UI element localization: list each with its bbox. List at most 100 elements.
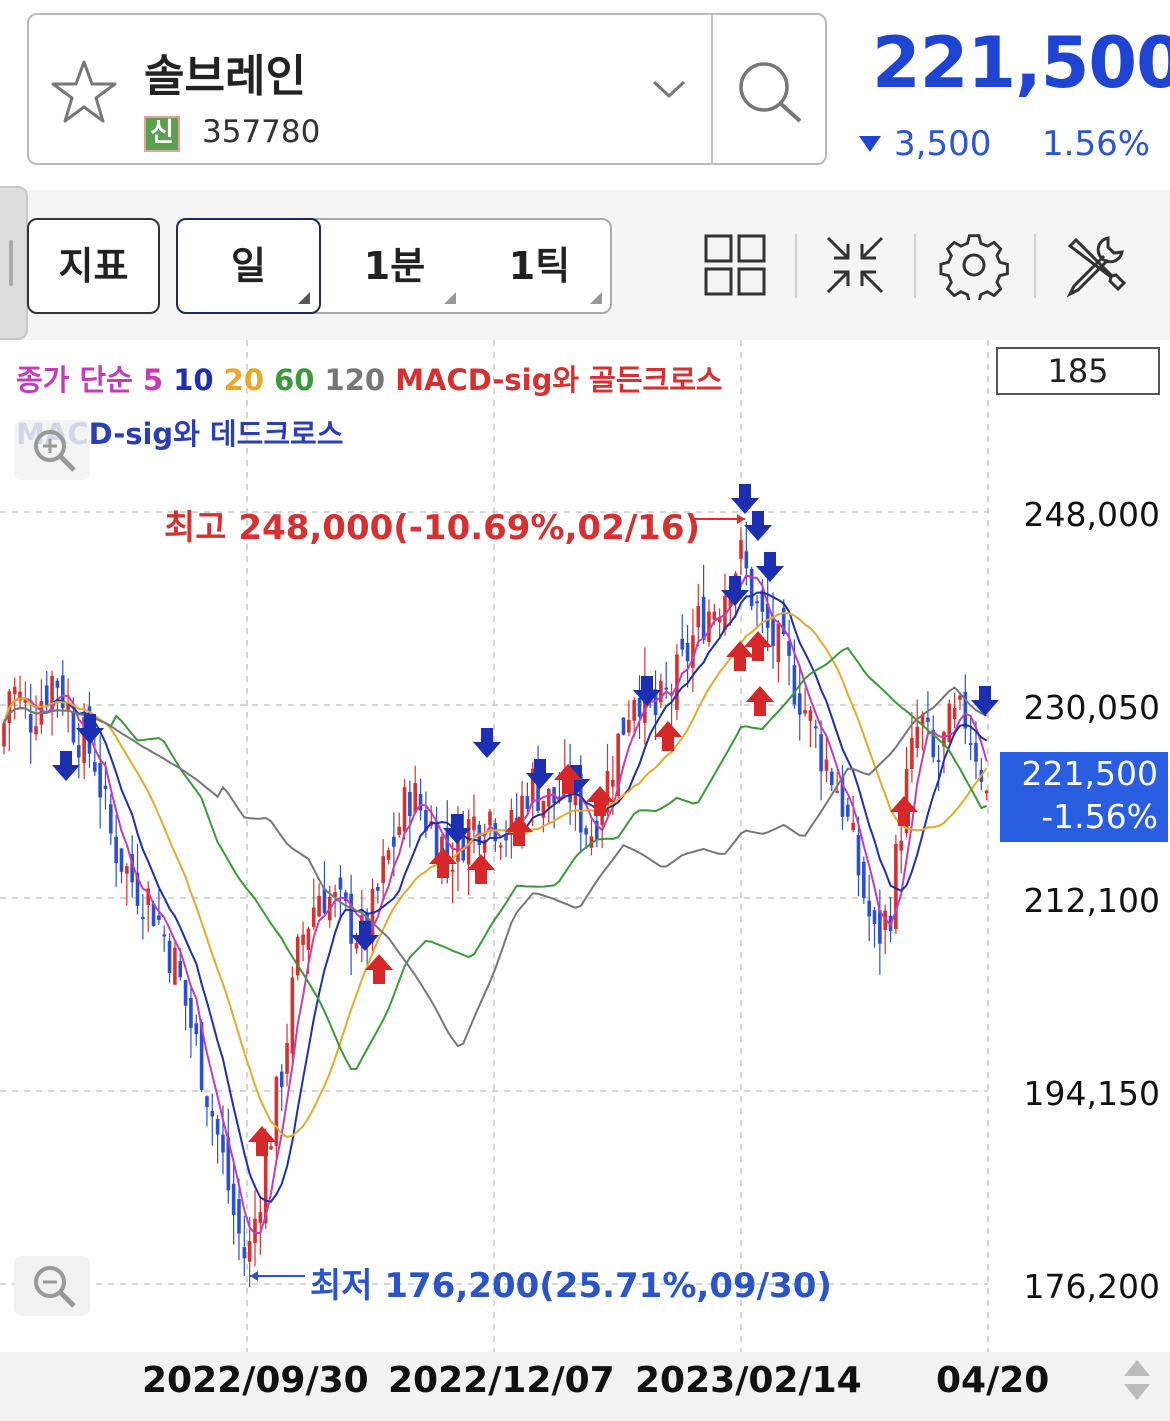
candle-body	[744, 551, 749, 569]
candle-body	[162, 934, 167, 937]
candle-body	[952, 708, 957, 719]
candle-body	[109, 804, 113, 834]
candle-body	[71, 711, 76, 743]
star-icon[interactable]	[50, 58, 118, 126]
candle-body	[984, 790, 989, 794]
y-tick-label: 194,150	[1023, 1074, 1160, 1113]
candle-body	[664, 687, 669, 690]
candle-body	[76, 745, 81, 758]
side-drawer-handle[interactable]	[0, 186, 28, 340]
divider	[795, 234, 797, 298]
candle-body	[231, 1183, 236, 1215]
candle-body	[306, 928, 311, 950]
x-tick-label: 04/20	[936, 1360, 1050, 1401]
dropdown-corner-icon	[298, 292, 310, 304]
candle-body	[44, 685, 49, 706]
layout-grid-icon[interactable]	[700, 230, 770, 300]
candle-body	[167, 940, 172, 973]
candle-body	[856, 835, 861, 876]
chevron-down-icon[interactable]	[648, 68, 690, 108]
divider	[1034, 234, 1036, 298]
scroll-updown-icon[interactable]	[1120, 1356, 1154, 1406]
candle-body	[237, 1199, 241, 1234]
candle-body	[392, 836, 396, 847]
candle-body	[408, 791, 412, 817]
candle-body	[295, 936, 300, 976]
y-tick-label: 248,000	[1023, 495, 1160, 534]
legend-item: 10	[173, 363, 224, 397]
market-badge: 신	[144, 116, 180, 152]
candle-body	[194, 1023, 199, 1035]
candle-body	[28, 714, 33, 733]
candle-body	[183, 979, 188, 1006]
candle-body	[189, 998, 193, 1028]
legend-item: 20	[223, 363, 275, 397]
candle-body	[413, 783, 418, 813]
candle-body	[114, 836, 118, 864]
candle-body	[450, 869, 455, 872]
dropdown-corner-icon	[444, 292, 456, 304]
collapse-icon[interactable]	[820, 230, 890, 300]
candle-body	[55, 680, 60, 688]
candle-body	[632, 700, 636, 721]
candle-body	[98, 763, 102, 798]
candle-body	[803, 709, 807, 714]
candle-body	[397, 826, 401, 835]
legend-item: 60	[274, 363, 325, 397]
candle-body	[311, 907, 316, 927]
candle-body	[739, 539, 743, 559]
candle-body	[322, 888, 327, 914]
candle-body	[258, 1212, 263, 1223]
gear-icon[interactable]	[939, 230, 1009, 300]
candle-body	[627, 719, 631, 733]
candle-body	[92, 762, 97, 772]
candle-body	[851, 822, 855, 831]
candle-body	[376, 886, 380, 891]
x-tick-label: 2022/12/07	[388, 1360, 615, 1401]
candle-body	[712, 611, 717, 620]
candle-body	[520, 796, 524, 821]
candle-body	[525, 796, 530, 809]
current-price-value: 221,500	[1021, 754, 1158, 793]
chart-legend: 종가 단순 5 10 20 60 120 MACD-sig와 골든크로스	[16, 357, 723, 399]
candle-body	[2, 723, 6, 747]
low-annotation: 최저 176,200(25.71%,09/30)	[310, 1266, 832, 1306]
zoom-out-icon[interactable]	[14, 1256, 90, 1316]
candle-body	[247, 1241, 252, 1262]
candle-body	[685, 642, 690, 662]
candle-body	[878, 910, 882, 944]
divider	[711, 13, 713, 165]
candle-body	[968, 743, 973, 746]
candle-body	[210, 1111, 215, 1117]
candle-body	[290, 977, 295, 1054]
candle-body	[141, 916, 145, 919]
indicator-button[interactable]: 지표	[27, 218, 160, 314]
tools-icon[interactable]	[1060, 230, 1130, 300]
candle-body	[872, 910, 877, 925]
candle-body	[301, 934, 305, 945]
high-annotation: 최고 248,000(-10.69%,02/16)	[164, 508, 701, 548]
price-chart[interactable]	[0, 340, 1170, 1352]
y-tick-label: 176,200	[1023, 1267, 1160, 1306]
candle-body	[354, 943, 359, 949]
dropdown-corner-icon	[590, 292, 602, 304]
candle-body	[386, 850, 391, 860]
zoom-in-icon[interactable]	[14, 420, 90, 480]
search-icon[interactable]	[714, 15, 825, 163]
candle-body	[402, 787, 407, 832]
grip-icon	[9, 240, 13, 286]
stock-name: 솔브레인	[144, 51, 306, 102]
candle-body	[274, 1076, 279, 1146]
candle-body	[103, 785, 108, 789]
candle-body	[696, 606, 701, 628]
candle-body	[611, 780, 615, 787]
visible-count[interactable]: 185	[996, 347, 1160, 395]
candle-body	[338, 877, 343, 890]
candle-body	[285, 1043, 289, 1074]
candle-body	[936, 760, 941, 763]
candle-body	[242, 1247, 247, 1259]
candle-body	[498, 845, 503, 848]
candle-body	[808, 710, 813, 721]
candle-body	[125, 866, 129, 874]
candle-body	[792, 665, 797, 705]
